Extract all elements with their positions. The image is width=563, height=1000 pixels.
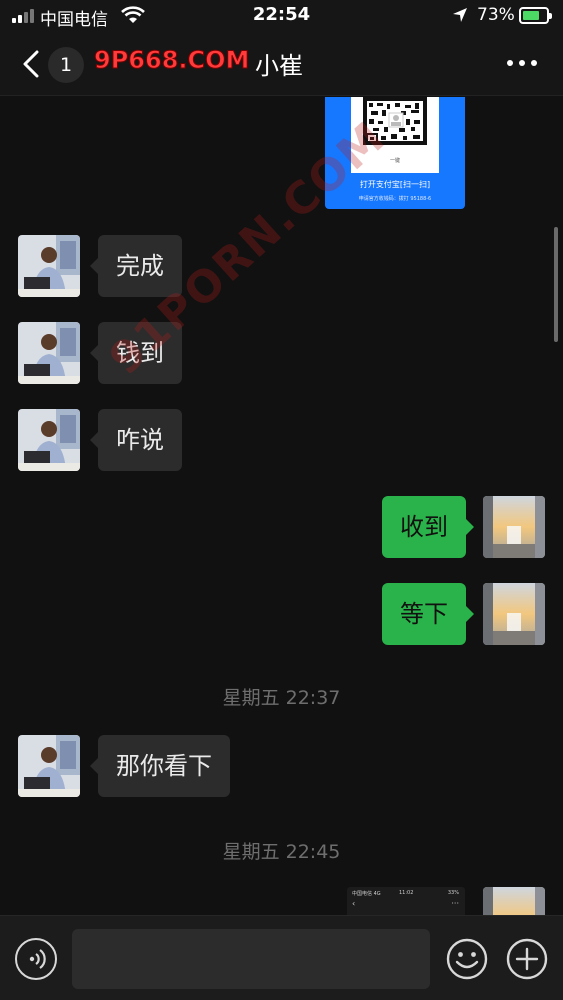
chat-title: 小崔 [255,52,303,80]
message-bubble-incoming[interactable]: 咋说 [90,409,182,471]
my-avatar[interactable] [483,496,545,558]
plus-icon[interactable] [506,938,548,980]
contact-avatar[interactable] [18,235,80,297]
message-input[interactable] [72,929,430,989]
chevron-left-icon[interactable] [22,50,40,78]
chat-header: 1 9P668.COM 小崔 [0,32,563,96]
my-avatar[interactable] [483,583,545,645]
contact-avatar[interactable] [18,322,80,384]
message-bubble-outgoing[interactable]: 等下 [382,583,474,645]
qr-subcaption: 申请官方收钱码：拨打 95188-6 [358,196,432,202]
voice-icon[interactable] [15,938,57,980]
message-list[interactable]: 一键 打开支付宝[扫一扫] 申请官方收钱码：拨打 95188-6 完成 钱到 咋… [0,97,563,915]
input-bar [0,915,563,1000]
battery-percent: 73% [477,5,515,25]
battery-icon [519,7,552,24]
emoji-icon[interactable] [446,938,488,980]
location-arrow-icon [453,8,467,22]
contact-avatar[interactable] [18,409,80,471]
thumb-nav-bar: ‹ ··· [352,899,459,908]
more-icon[interactable] [505,60,539,68]
screenshot-image-message[interactable]: 中国电信 4G 11:02 33% ‹ ··· [347,887,465,915]
contact-avatar[interactable] [18,735,80,797]
thumb-status-bar: 中国电信 4G 11:02 33% [352,890,459,897]
watermark-logo: 9P668.COM [93,46,250,75]
status-bar: 中国电信 22:54 73% [0,0,563,32]
unread-count-badge[interactable]: 1 [48,47,84,83]
message-bubble-outgoing[interactable]: 收到 [382,496,474,558]
timestamp: 星期五 22:37 [222,687,341,709]
timestamp: 星期五 22:45 [222,841,341,863]
message-bubble-incoming[interactable]: 那你看下 [90,735,230,797]
my-avatar[interactable] [483,887,545,915]
scrollbar[interactable] [554,227,558,342]
